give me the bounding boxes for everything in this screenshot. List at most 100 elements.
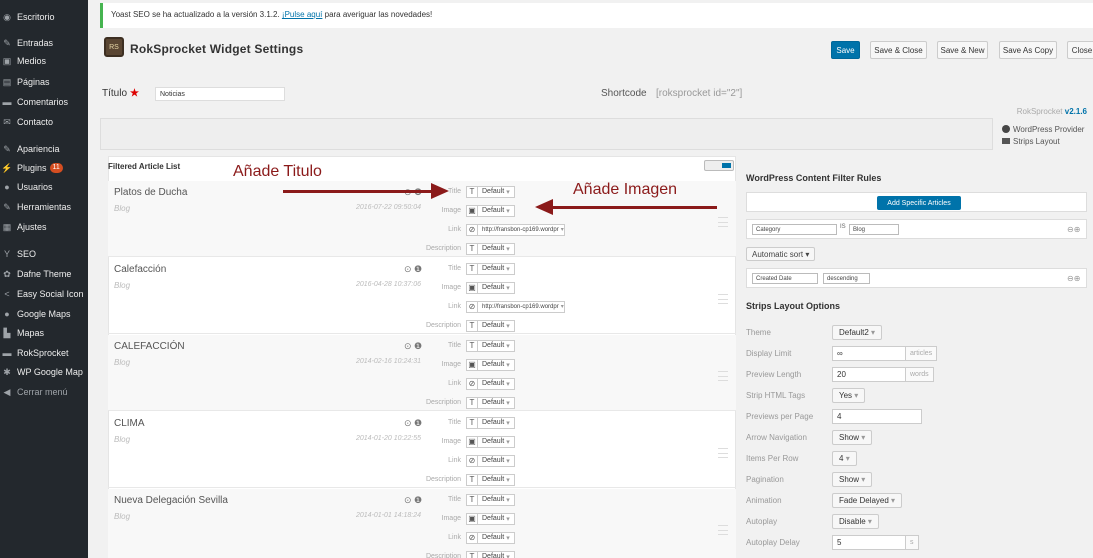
drag-handle-icon[interactable]: [718, 294, 728, 304]
sidebar-item-páginas[interactable]: ▤ Páginas: [0, 73, 88, 91]
option-label-autoplay: Autoplay: [746, 517, 778, 526]
field-type-icon: ⊘: [466, 531, 478, 544]
sidebar-item-dafne-theme[interactable]: ✿ Dafne Theme: [0, 265, 88, 283]
version-number: v2.1.6: [1064, 107, 1087, 116]
field-label: Description: [425, 245, 461, 252]
sidebar-item-comentarios[interactable]: ▬ Comentarios: [0, 93, 88, 111]
sidebar-item-plugins[interactable]: ⚡ Plugins 11: [0, 159, 88, 177]
field-value-dropdown[interactable]: Default ▾: [478, 377, 515, 390]
rule-remove-add-icon[interactable]: ⊖⊕: [1067, 225, 1080, 234]
sidebar-item-medios[interactable]: ▣ Medios: [0, 52, 88, 70]
chevron-down-icon: ▾: [506, 380, 510, 388]
provider-info: WordPress Provider Strips Layout: [1002, 124, 1084, 148]
view-toggle-icon[interactable]: [704, 160, 734, 171]
article-date: 2014-01-20 10:22:55: [356, 435, 421, 442]
option-autoplay-select[interactable]: Disable ▾: [832, 514, 879, 529]
field-value-dropdown[interactable]: Default ▾: [478, 531, 515, 544]
drag-handle-icon[interactable]: [718, 525, 728, 535]
dashboard-icon: ◉: [3, 11, 11, 22]
field-value-dropdown[interactable]: Default ▾: [478, 319, 515, 332]
field-type-icon: T: [466, 550, 478, 558]
option-theme-select[interactable]: Default2 ▾: [832, 325, 883, 340]
drag-handle-icon[interactable]: [718, 371, 728, 381]
sidebar-item-label: Dafne Theme: [17, 269, 72, 279]
add-specific-articles-button[interactable]: Add Specific Articles: [877, 196, 961, 210]
rule-field-select[interactable]: Category: [752, 224, 837, 235]
annotation-arrow-imagen: [552, 206, 717, 209]
chevron-down-icon: ▾: [506, 322, 510, 330]
save-button[interactable]: Save: [831, 41, 860, 59]
field-value-dropdown[interactable]: Default ▾: [478, 473, 515, 486]
sidebar-item-contacto[interactable]: ✉ Contacto: [0, 113, 88, 131]
field-value-dropdown[interactable]: Default ▾: [478, 358, 515, 371]
field-value: Default: [482, 419, 505, 426]
notice-link[interactable]: ¡Pulse aquí: [282, 10, 322, 19]
option-previews_per_page-input[interactable]: 4: [832, 409, 922, 424]
sidebar-item-easy-social-icon[interactable]: < Easy Social Icon: [0, 285, 88, 303]
field-value-dropdown[interactable]: http://fransbon-cp169.wordpr ▾: [478, 300, 565, 313]
field-value-dropdown[interactable]: Default ▾: [478, 454, 515, 467]
field-value-dropdown[interactable]: http://fransbon-cp169.wordpr ▾: [478, 223, 565, 236]
sidebar-item-roksprocket[interactable]: ▬ RokSprocket: [0, 344, 88, 362]
field-value-dropdown[interactable]: Default ▾: [478, 281, 515, 294]
option-pagination-select[interactable]: Show ▾: [832, 472, 873, 487]
field-value-dropdown[interactable]: Default ▾: [478, 339, 515, 352]
save-close-button[interactable]: Save & Close: [870, 41, 927, 59]
drag-handle-icon[interactable]: [718, 448, 728, 458]
pages-icon: ▤: [2, 76, 12, 87]
sidebar-item-entradas[interactable]: ✎ Entradas: [0, 34, 88, 52]
option-arrow_nav-select[interactable]: Show ▾: [832, 430, 873, 445]
sidebar-item-apariencia[interactable]: ✎ Apariencia: [0, 140, 88, 158]
field-value-dropdown[interactable]: Default ▾: [478, 512, 515, 525]
close-button[interactable]: Close: [1067, 41, 1093, 59]
titulo-input[interactable]: Noticias: [155, 87, 285, 101]
sidebar-item-google-maps[interactable]: ● Google Maps: [0, 305, 88, 323]
sidebar-item-cerrar-menú[interactable]: ◀ Cerrar menú: [0, 383, 88, 401]
save-as-copy-button[interactable]: Save As Copy: [999, 41, 1057, 59]
field-label: Link: [448, 457, 461, 464]
field-value-dropdown[interactable]: Default ▾: [478, 396, 515, 409]
option-preview_length-input[interactable]: 20: [832, 367, 906, 382]
field-value-dropdown[interactable]: Default ▾: [478, 185, 515, 198]
option-unit: s: [906, 535, 919, 550]
option-items_per_row-select[interactable]: 4 ▾: [832, 451, 857, 466]
option-strip_html-select[interactable]: Yes ▾: [832, 388, 866, 403]
field-value-dropdown[interactable]: Default ▾: [478, 204, 515, 217]
sidebar-item-wp-google-map[interactable]: ✱ WP Google Map: [0, 363, 88, 381]
field-value-dropdown[interactable]: Default ▾: [478, 435, 515, 448]
field-label: Title: [448, 496, 461, 503]
sidebar-item-herramientas[interactable]: ✎ Herramientas: [0, 198, 88, 216]
article-category: Blog: [114, 358, 131, 367]
option-animation-select[interactable]: Fade Delayed ▾: [832, 493, 903, 508]
field-value-dropdown[interactable]: Default ▾: [478, 242, 515, 255]
field-type-icon: ▣: [466, 358, 478, 371]
sidebar-item-mapas[interactable]: ▙ Mapas: [0, 324, 88, 342]
seo-icon: Y: [3, 249, 10, 259]
drag-handle-icon[interactable]: [718, 217, 728, 227]
field-value-dropdown[interactable]: Default ▾: [478, 262, 515, 275]
option-display_limit-input[interactable]: ∞: [832, 346, 906, 361]
rule-value-select[interactable]: Blog: [849, 224, 899, 235]
sidebar-item-usuarios[interactable]: ● Usuarios: [0, 178, 88, 196]
save-new-button[interactable]: Save & New: [937, 41, 988, 59]
sort-order-select[interactable]: descending: [823, 273, 870, 284]
article-field: Title T Default ▾: [418, 416, 515, 429]
field-value: Default: [482, 188, 505, 195]
field-value-dropdown[interactable]: Default ▾: [478, 550, 515, 558]
sort-field-select[interactable]: Created Date: [752, 273, 818, 284]
option-autoplay_delay-input[interactable]: 5: [832, 535, 906, 550]
roksprocket-logo-icon: RS: [104, 37, 124, 57]
field-value-dropdown[interactable]: Default ▾: [478, 493, 515, 506]
field-label: Link: [448, 303, 461, 310]
chevron-down-icon: ▾: [506, 476, 510, 484]
sort-remove-add-icon[interactable]: ⊖⊕: [1067, 274, 1080, 283]
article-field: Description T Default ▾: [418, 473, 515, 486]
filter-rules-heading: WordPress Content Filter Rules: [746, 173, 882, 183]
sidebar-item-seo[interactable]: Y SEO: [0, 245, 88, 263]
field-value-dropdown[interactable]: Default ▾: [478, 416, 515, 429]
option-unit: words: [906, 367, 934, 382]
automatic-sort-button[interactable]: Automatic sort ▾: [746, 247, 816, 261]
sidebar-item-escritorio[interactable]: ◉ Escritorio: [0, 8, 88, 26]
sidebar-item-ajustes[interactable]: ▦ Ajustes: [0, 218, 88, 236]
sidebar-item-label: Páginas: [17, 77, 50, 87]
